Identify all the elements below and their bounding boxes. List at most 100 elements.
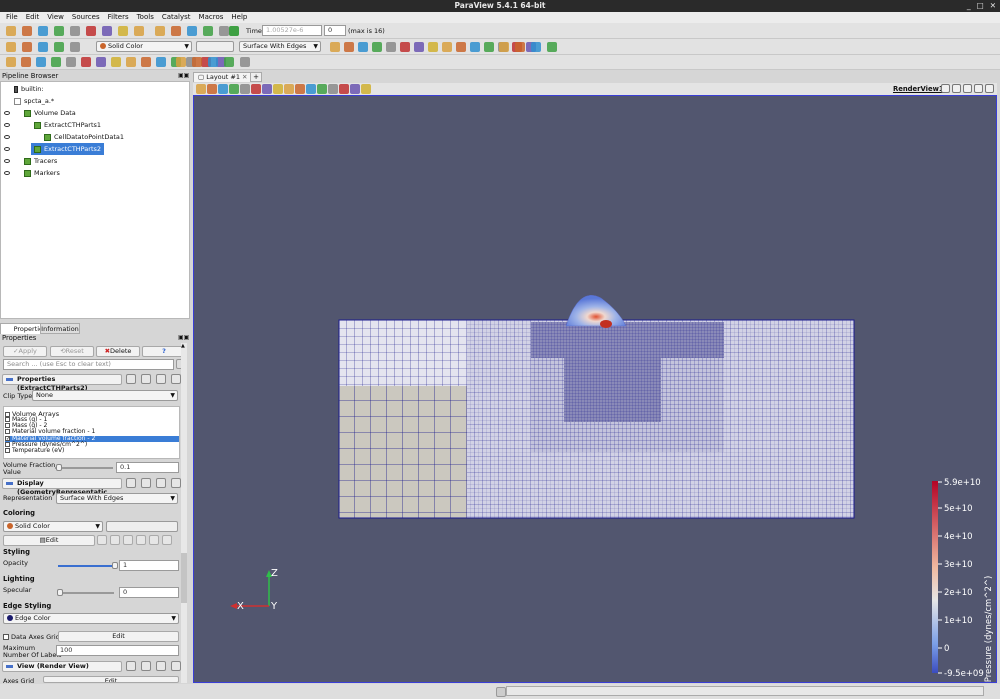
clip-type-select[interactable]: None ▼ — [32, 390, 178, 401]
pipeline-item-spcta-a--[interactable]: spcta_a.* — [11, 95, 57, 107]
center-axes-icon[interactable] — [499, 42, 509, 52]
component-select[interactable] — [196, 41, 234, 52]
pipeline-item-celldatatopointdata1[interactable]: CellDatatoPointData1 — [41, 131, 127, 143]
representation-prop-select[interactable]: Surface With Edges ▼ — [56, 493, 178, 504]
save-icon[interactable] — [162, 535, 172, 545]
coloring-select[interactable]: Solid Color ▼ — [96, 41, 192, 52]
zoom-to-data-icon[interactable] — [344, 42, 354, 52]
slider-handle[interactable] — [56, 464, 62, 471]
pipeline-item-extractcthparts2[interactable]: ExtractCTHParts2 — [31, 143, 105, 155]
menu-filters[interactable]: Filters — [105, 12, 132, 23]
checkbox-icon[interactable] — [5, 429, 10, 435]
view-minus-x-icon[interactable] — [386, 42, 396, 52]
rescale-visible-icon[interactable] — [70, 42, 80, 52]
visibility-eye-icon[interactable] — [4, 147, 10, 151]
zoom-icon[interactable] — [229, 84, 239, 94]
menu-view[interactable]: View — [44, 12, 67, 23]
tab-information[interactable]: Information — [40, 323, 80, 334]
python-icon[interactable] — [134, 26, 144, 36]
menu-sources[interactable]: Sources — [69, 12, 103, 23]
rotate-90-icon[interactable] — [456, 42, 466, 52]
glyph-icon[interactable] — [96, 57, 106, 67]
checkbox-icon[interactable] — [5, 448, 10, 453]
camera-link-icon[interactable] — [196, 84, 206, 94]
visibility-eye-icon[interactable] — [4, 159, 10, 163]
copy-icon[interactable] — [126, 374, 136, 384]
contour-icon[interactable] — [21, 57, 31, 67]
paste-icon[interactable] — [141, 478, 151, 488]
render-view-label[interactable]: RenderView1 — [893, 85, 944, 93]
undo-icon[interactable] — [70, 26, 80, 36]
menu-file[interactable]: File — [3, 12, 21, 23]
render-canvas[interactable]: Z X Y 5.9e+10 5e+10 4e+10 3e+10 2e+10 1e+10 0 -… — [194, 96, 996, 682]
save-icon[interactable] — [22, 26, 32, 36]
split-horizontal-icon[interactable] — [941, 84, 950, 93]
hover-cells-icon[interactable] — [350, 84, 360, 94]
section-properties[interactable]: Properties (ExtractCTHParts2) — [2, 374, 122, 392]
axes-grid-edit-button[interactable]: Edit — [43, 676, 179, 683]
next-frame-icon[interactable] — [203, 26, 213, 36]
paste-icon[interactable] — [141, 661, 151, 671]
data-axes-grid-checkbox[interactable]: Data Axes Grid — [3, 633, 60, 641]
save-default-icon[interactable] — [171, 661, 181, 671]
view-minus-y-icon[interactable] — [414, 42, 424, 52]
reset-range-icon[interactable] — [38, 42, 48, 52]
camera-redo-icon[interactable] — [118, 26, 128, 36]
status-icon[interactable] — [496, 687, 506, 697]
color-legend[interactable]: 5.9e+10 5e+10 4e+10 3e+10 2e+10 1e+10 0 -9.5e+0… — [932, 478, 994, 682]
last-frame-icon[interactable] — [219, 26, 229, 36]
stream-tracer-icon[interactable] — [111, 57, 121, 67]
slice-icon[interactable] — [51, 57, 61, 67]
redo-icon[interactable] — [86, 26, 96, 36]
coloring-edit-button[interactable]: ▤Edit — [3, 535, 95, 546]
reload-icon[interactable] — [156, 661, 166, 671]
add-layout-tab-button[interactable]: + — [250, 72, 262, 82]
section-display[interactable]: Display (GeometryRepresentatic — [2, 478, 122, 496]
checkbox-icon[interactable] — [5, 441, 10, 447]
pick-icon[interactable] — [531, 42, 541, 52]
view-plus-x-icon[interactable] — [372, 42, 382, 52]
properties-scrollbar[interactable]: ▲ — [181, 343, 187, 683]
max-labels-input[interactable]: 100 — [56, 645, 179, 656]
hover-points-icon[interactable] — [339, 84, 349, 94]
specular-input[interactable]: 0 — [119, 587, 179, 598]
timestep-spinbox[interactable]: 0 — [324, 25, 346, 36]
show-legend-icon[interactable] — [97, 535, 107, 545]
data-axes-grid-edit-button[interactable]: Edit — [58, 631, 179, 642]
save-state-icon[interactable] — [54, 26, 64, 36]
checkbox-icon[interactable] — [5, 417, 10, 422]
array-item[interactable]: Temperature (eV) — [5, 447, 179, 454]
rescale-custom-icon[interactable] — [123, 535, 133, 545]
opacity-slider[interactable] — [58, 565, 114, 567]
menu-edit[interactable]: Edit — [23, 12, 43, 23]
opacity-input[interactable]: 1 — [119, 560, 179, 571]
previous-frame-icon[interactable] — [171, 26, 181, 36]
scrollbar-thumb[interactable] — [181, 553, 187, 603]
extract-subset-icon[interactable] — [81, 57, 91, 67]
interact-icon[interactable] — [484, 42, 494, 52]
tab-layout-1[interactable]: ▢ Layout #1 ✕ — [193, 72, 253, 82]
representation-select[interactable]: Surface With Edges ▼ — [239, 41, 321, 52]
view-minus-z-icon[interactable] — [442, 42, 452, 52]
menu-macros[interactable]: Macros — [196, 12, 227, 23]
visibility-eye-icon[interactable] — [4, 171, 10, 175]
close-tab-icon[interactable]: ✕ — [240, 73, 247, 81]
camera-icon[interactable] — [176, 57, 186, 67]
grow-selection-icon[interactable] — [306, 84, 316, 94]
select-frustum-icon[interactable] — [273, 84, 283, 94]
reset-camera-icon[interactable] — [330, 42, 340, 52]
slider-handle[interactable] — [57, 589, 63, 596]
camera-undo-icon[interactable] — [102, 26, 112, 36]
help-button[interactable]: ? — [142, 346, 186, 357]
rescale-custom-icon[interactable] — [54, 42, 64, 52]
view-plus-z-icon[interactable] — [428, 42, 438, 52]
edge-color-button[interactable]: Edge Color ▼ — [3, 613, 179, 624]
checkbox-icon[interactable] — [5, 423, 10, 429]
shrink-selection-icon[interactable] — [317, 84, 327, 94]
paste-icon[interactable] — [141, 374, 151, 384]
warp-icon[interactable] — [126, 57, 136, 67]
visibility-eye-icon[interactable] — [4, 123, 10, 127]
toggle-3d-icon[interactable] — [207, 84, 217, 94]
select-icon[interactable] — [192, 57, 202, 67]
rescale-icon[interactable] — [110, 535, 120, 545]
